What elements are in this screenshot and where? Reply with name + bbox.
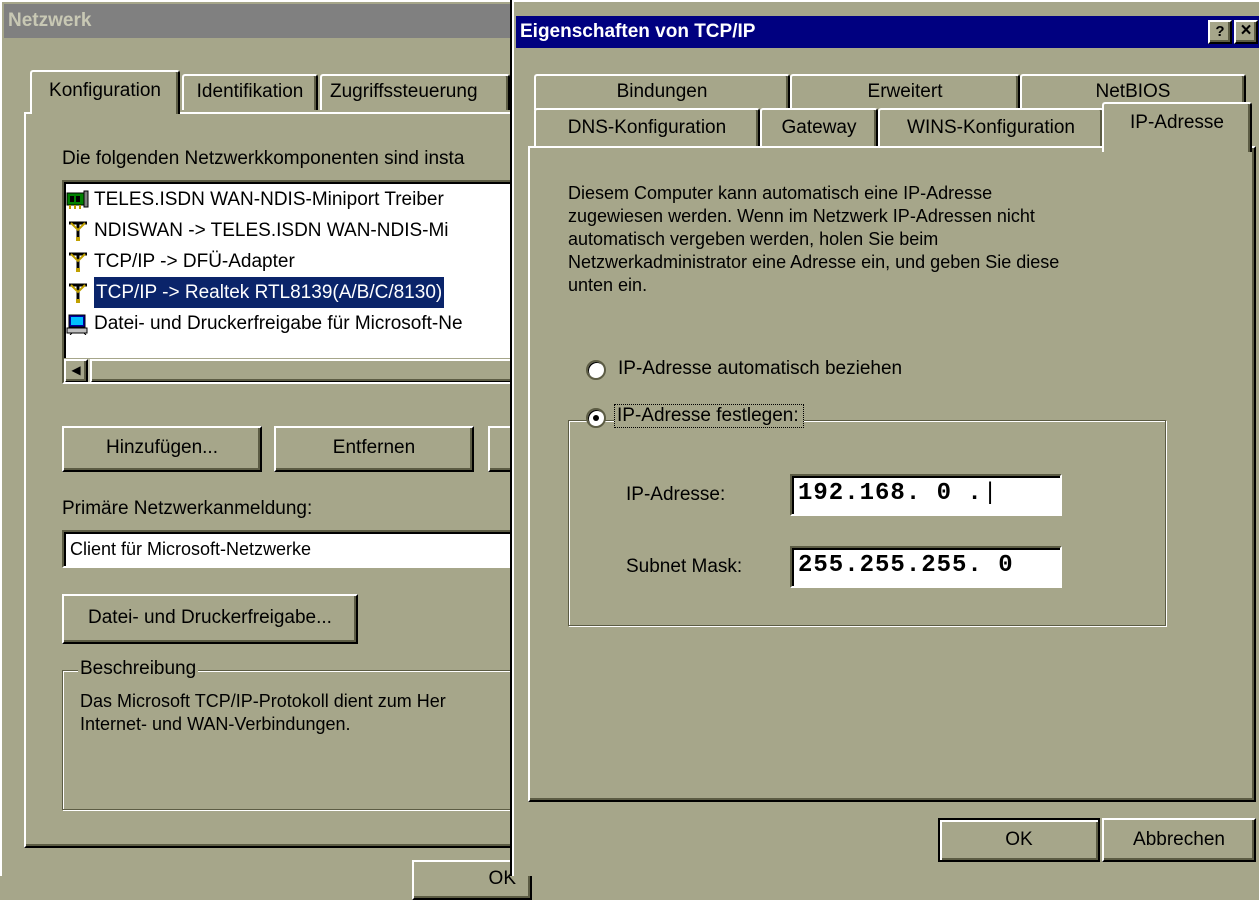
list-item[interactable]: Datei- und Druckerfreigabe für Microsoft… bbox=[64, 308, 512, 339]
close-icon: × bbox=[1240, 20, 1252, 41]
protocol-icon bbox=[66, 220, 90, 242]
file-print-sharing-button[interactable]: Datei- und Druckerfreigabe... bbox=[62, 594, 358, 644]
tcpip-titlebar[interactable]: Eigenschaften von TCP/IP bbox=[516, 16, 1259, 48]
subnet-mask-field[interactable]: 255.255.255. 0 bbox=[790, 546, 1062, 588]
horizontal-scrollbar[interactable]: ◀ bbox=[64, 358, 512, 382]
radio-auto-ip-label[interactable]: IP-Adresse automatisch beziehen bbox=[618, 358, 902, 380]
tab-identifikation-label: Identifikation bbox=[196, 81, 304, 102]
help-button[interactable]: ? bbox=[1208, 20, 1232, 44]
netzwerk-title: Netzwerk bbox=[8, 10, 92, 31]
list-item[interactable]: TELES.ISDN WAN-NDIS-Miniport Treiber bbox=[64, 184, 512, 215]
list-item[interactable]: NDISWAN -> TELES.ISDN WAN-NDIS-Mi bbox=[64, 215, 512, 246]
remove-button-label: Entfernen bbox=[332, 437, 416, 458]
tab-erweitert[interactable]: Erweitert bbox=[790, 74, 1020, 110]
remove-button[interactable]: Entfernen bbox=[274, 426, 474, 472]
arrow-left-icon: ◀ bbox=[71, 363, 81, 377]
subnet-mask-label: Subnet Mask: bbox=[626, 556, 743, 577]
components-list[interactable]: TELES.ISDN WAN-NDIS-Miniport Treiber NDIS… bbox=[62, 180, 514, 384]
cancel-button-label: Abbrechen bbox=[1133, 829, 1225, 850]
tab-gateway[interactable]: Gateway bbox=[760, 108, 878, 146]
tcpip-title: Eigenschaften von TCP/IP bbox=[520, 21, 756, 42]
file-printer-sharing-icon bbox=[66, 313, 90, 335]
tab-bindungen-label: Bindungen bbox=[616, 81, 708, 102]
scroll-thumb[interactable] bbox=[90, 359, 512, 382]
file-print-sharing-label: Datei- und Druckerfreigabe... bbox=[88, 607, 332, 628]
tab-ip-adresse-label: IP-Adresse bbox=[1130, 112, 1224, 133]
radio-selected-dot bbox=[593, 415, 599, 421]
tab-dns-konfiguration[interactable]: DNS-Konfiguration bbox=[534, 108, 760, 146]
radio-auto-ip[interactable] bbox=[586, 360, 606, 380]
add-button-label: Hinzufügen... bbox=[106, 437, 218, 458]
list-item-label: TELES.ISDN WAN-NDIS-Miniport Treiber bbox=[94, 189, 444, 210]
components-label: Die folgenden Netzwerkkomponenten sind i… bbox=[62, 148, 465, 169]
tab-ip-adresse[interactable]: IP-Adresse bbox=[1102, 102, 1252, 152]
tab-zugriffssteuerung-label: Zugriffssteuerung bbox=[330, 81, 478, 102]
tab-gateway-label: Gateway bbox=[781, 117, 857, 138]
tab-wins-label: WINS-Konfiguration bbox=[907, 117, 1075, 138]
netzwerk-titlebar[interactable]: Netzwerk bbox=[4, 4, 512, 38]
tab-erweitert-label: Erweitert bbox=[867, 81, 943, 102]
list-item-label: TCP/IP -> DFÜ-Adapter bbox=[94, 251, 295, 272]
tab-identifikation[interactable]: Identifikation bbox=[182, 74, 318, 110]
list-item-label: NDISWAN -> TELES.ISDN WAN-NDIS-Mi bbox=[94, 220, 449, 241]
tab-konfiguration[interactable]: Konfiguration bbox=[30, 70, 180, 114]
primary-logon-label: Primäre Netzwerkanmeldung: bbox=[62, 498, 313, 519]
tab-bindungen[interactable]: Bindungen bbox=[534, 74, 790, 110]
radio-manual-ip[interactable] bbox=[586, 408, 606, 428]
netzwerk-dialog: Netzwerk Konfiguration Identifikation Zu… bbox=[0, 0, 532, 900]
radio-manual-ip-label[interactable]: IP-Adresse festlegen: bbox=[614, 404, 804, 428]
protocol-icon bbox=[66, 251, 90, 273]
tab-zugriffssteuerung[interactable]: Zugriffssteuerung bbox=[320, 74, 510, 110]
subnet-mask-value: 255.255.255. 0 bbox=[798, 552, 1014, 579]
description-legend: Beschreibung bbox=[78, 658, 199, 680]
description-text: Das Microsoft TCP/IP-Protokoll dient zum… bbox=[80, 691, 446, 734]
scroll-left-button[interactable]: ◀ bbox=[64, 359, 88, 382]
tab-netbios-label: NetBIOS bbox=[1095, 81, 1171, 102]
text-cursor: | bbox=[982, 480, 999, 507]
list-item[interactable]: TCP/IP -> Realtek RTL8139(A/B/C/8130) bbox=[64, 277, 512, 308]
tab-wins-konfiguration[interactable]: WINS-Konfiguration bbox=[878, 108, 1104, 146]
manual-ip-group bbox=[568, 420, 1166, 626]
primary-logon-select[interactable]: Client für Microsoft-Netzwerke bbox=[62, 530, 522, 568]
close-button[interactable]: × bbox=[1234, 20, 1258, 44]
ok-button[interactable]: OK bbox=[938, 818, 1100, 862]
info-text: Diesem Computer kann automatisch eine IP… bbox=[568, 183, 1060, 295]
tab-konfiguration-label: Konfiguration bbox=[49, 80, 161, 101]
ip-address-label: IP-Adresse: bbox=[626, 484, 726, 505]
tcpip-dialog: Eigenschaften von TCP/IP ? × Bindungen E… bbox=[512, 0, 1259, 876]
list-item-label: TCP/IP -> Realtek RTL8139(A/B/C/8130) bbox=[94, 277, 445, 308]
tab-dns-label: DNS-Konfiguration bbox=[567, 117, 727, 138]
ip-address-field[interactable]: 192.168. 0 .| bbox=[790, 474, 1062, 516]
protocol-icon bbox=[66, 282, 90, 304]
ok-button-label: OK bbox=[1005, 829, 1033, 850]
primary-logon-value: Client für Microsoft-Netzwerke bbox=[70, 539, 312, 559]
add-button[interactable]: Hinzufügen... bbox=[62, 426, 262, 472]
list-item[interactable]: TCP/IP -> DFÜ-Adapter bbox=[64, 246, 512, 277]
ip-address-value: 192.168. 0 . bbox=[798, 480, 983, 507]
network-adapter-icon bbox=[66, 189, 90, 211]
list-item-label: Datei- und Druckerfreigabe für Microsoft… bbox=[94, 313, 463, 334]
cancel-button[interactable]: Abbrechen bbox=[1102, 818, 1256, 862]
question-icon: ? bbox=[1215, 23, 1225, 40]
